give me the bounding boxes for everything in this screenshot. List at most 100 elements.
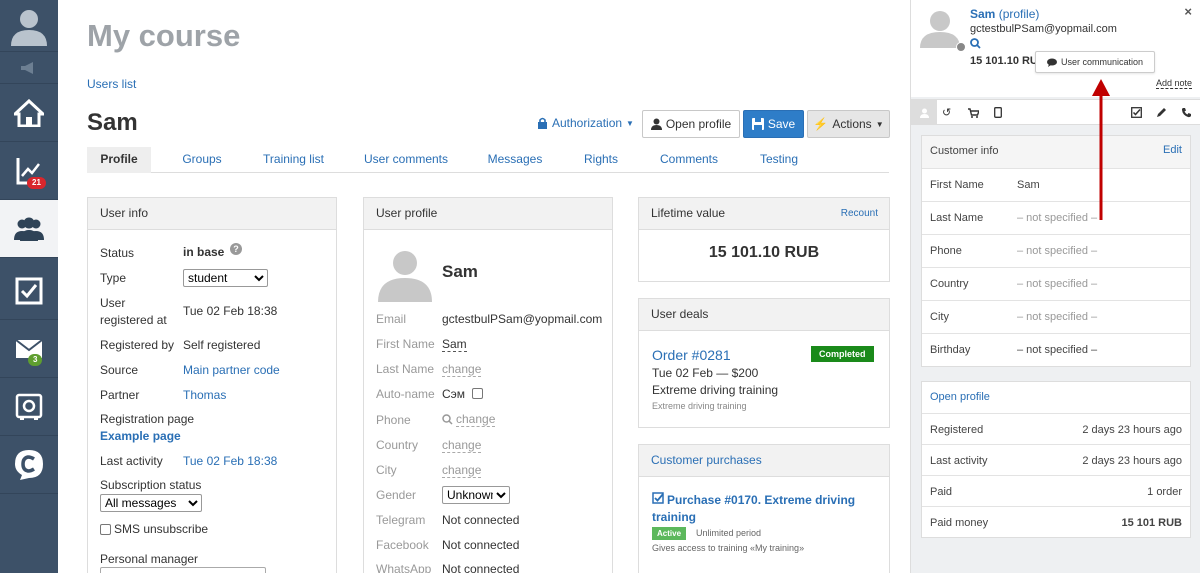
tab-user-info[interactable] (911, 100, 937, 125)
stats-key: Last activity (930, 455, 988, 467)
statistics-badge: 21 (27, 177, 46, 189)
chat-logo-icon (15, 449, 43, 480)
annotation-arrow (1092, 79, 1110, 220)
floppy-icon (751, 118, 764, 130)
info-row-birthday: Birthday – not specified – (922, 333, 1190, 366)
last-name-label: Last Name (376, 362, 435, 376)
right-profile-link[interactable]: (profile) (999, 7, 1040, 21)
sms-unsubscribe[interactable]: SMS unsubscribe (100, 522, 208, 536)
customer-info-title: Customer info (930, 145, 999, 157)
country-change[interactable]: change (442, 438, 482, 453)
customer-purchases-panel: Customer purchases Purchase #0170. Extre… (638, 444, 890, 573)
breadcrumb-users-list[interactable]: Users list (87, 77, 136, 91)
mobile-icon[interactable] (994, 107, 1002, 118)
sidebar-settings[interactable] (0, 378, 58, 436)
registered-by-value: Self registered (183, 338, 261, 352)
lifetime-header: Lifetime value Recount (639, 198, 889, 230)
customer-info-panel: Customer info Edit First Name Sam Last Na… (921, 135, 1191, 367)
actions-dropdown[interactable]: ⚡ Actions ▼ (807, 110, 890, 138)
sidebar-mail[interactable]: 3 (0, 320, 58, 378)
recount-link[interactable]: Recount (841, 198, 878, 229)
subscription-select[interactable]: All messages (100, 494, 202, 512)
actions-label: Actions (832, 117, 872, 131)
tab-training-list[interactable]: Training list (256, 147, 331, 173)
left-sidebar: 21 3 (0, 0, 58, 573)
tab-comments[interactable]: Comments (654, 147, 724, 173)
autoname-label: Auto-name (376, 387, 435, 401)
edit-link[interactable]: Edit (1163, 144, 1182, 156)
order-link[interactable]: Order #0281 (652, 347, 731, 363)
open-profile-link[interactable]: Open profile (930, 391, 990, 403)
right-user-name[interactable]: Sam (970, 7, 995, 21)
user-avatar-icon (920, 11, 960, 48)
profile-name: Sam (442, 262, 478, 281)
status-value: in base (183, 245, 225, 259)
tab-groups[interactable]: Groups (172, 147, 232, 173)
reg-page-label: Registration page (100, 412, 195, 426)
sidebar-tasks[interactable] (0, 262, 58, 320)
phone-change[interactable]: change (442, 412, 496, 427)
country-label: Country (376, 438, 419, 452)
stats-row-registered: Registered 2 days 23 hours ago (922, 413, 1190, 446)
main-content: My course Users list Sam Authorization ▼… (58, 0, 910, 573)
last-name-change[interactable]: change (442, 362, 482, 377)
notifications-button[interactable] (0, 52, 58, 84)
type-select[interactable]: student (183, 269, 268, 287)
source-link[interactable]: Main partner code (183, 363, 280, 377)
search-icon[interactable] (970, 38, 981, 49)
stats-row-paid: Paid 1 order (922, 475, 1190, 508)
tab-rights[interactable]: Rights (577, 147, 625, 173)
autoname-checkbox[interactable] (472, 388, 483, 399)
reg-page-link[interactable]: Example page (100, 429, 181, 443)
partner-link[interactable]: Thomas (183, 388, 226, 402)
sidebar-statistics[interactable]: 21 (0, 142, 58, 200)
user-communication-button[interactable]: User communication (1035, 51, 1155, 73)
registered-by-label: Registered by (100, 338, 175, 352)
pencil-icon[interactable] (1156, 107, 1167, 118)
help-icon[interactable]: ? (230, 243, 242, 255)
purchase-access: Gives access to training «My training» (652, 543, 805, 553)
authorization-label: Authorization (552, 116, 623, 130)
source-label: Source (100, 363, 139, 377)
stats-value: 2 days 23 hours ago (1082, 455, 1182, 467)
profile-avatar-icon (376, 244, 434, 302)
tab-profile[interactable]: Profile (87, 147, 151, 173)
active-badge: Active (652, 527, 687, 540)
authorization-dropdown[interactable]: Authorization ▼ (537, 116, 634, 130)
sidebar-home[interactable] (0, 84, 58, 142)
tab-messages[interactable]: Messages (480, 147, 550, 173)
user-avatar-button[interactable] (0, 0, 58, 52)
manager-select[interactable] (100, 567, 266, 573)
history-icon[interactable]: ↺ (942, 106, 951, 119)
type-label: Type (100, 271, 127, 285)
save-button[interactable]: Save (743, 110, 804, 138)
first-name-value[interactable]: Sam (442, 337, 467, 352)
sms-checkbox[interactable] (100, 523, 111, 535)
phone-icon[interactable] (1181, 107, 1192, 118)
phone-change-label: change (456, 412, 496, 427)
open-profile-button[interactable]: Open profile (642, 110, 740, 138)
add-note-link[interactable]: Add note (1155, 78, 1192, 89)
sidebar-chat[interactable] (0, 436, 58, 494)
purchases-header: Customer purchases (639, 445, 889, 477)
stats-key: Paid (930, 486, 953, 498)
right-name-line: Sam (profile) (970, 7, 1039, 21)
city-change[interactable]: change (442, 463, 482, 478)
task-check-icon[interactable] (1131, 107, 1142, 118)
gender-select[interactable]: Unknown (442, 486, 510, 504)
close-icon[interactable]: × (1184, 4, 1192, 19)
info-key: First Name (930, 179, 984, 191)
cart-icon[interactable] (968, 108, 979, 118)
tab-testing[interactable]: Testing (754, 147, 804, 173)
customer-stats-panel: Open profile Registered 2 days 23 hours a… (921, 381, 1191, 538)
facebook-value: Not connected (442, 538, 520, 552)
user-profile-header: User profile (364, 198, 612, 230)
avatar-icon (11, 9, 47, 46)
sidebar-users[interactable] (0, 200, 58, 258)
purchase-period: Unlimited period (696, 528, 762, 538)
purchase-link[interactable]: Purchase #0170. Extreme driving training (652, 492, 877, 526)
tab-user-comments[interactable]: User comments (357, 147, 455, 173)
stats-key: Registered (930, 424, 984, 436)
safe-icon (15, 393, 43, 420)
last-activity-link[interactable]: Tue 02 Feb 18:38 (183, 454, 277, 468)
